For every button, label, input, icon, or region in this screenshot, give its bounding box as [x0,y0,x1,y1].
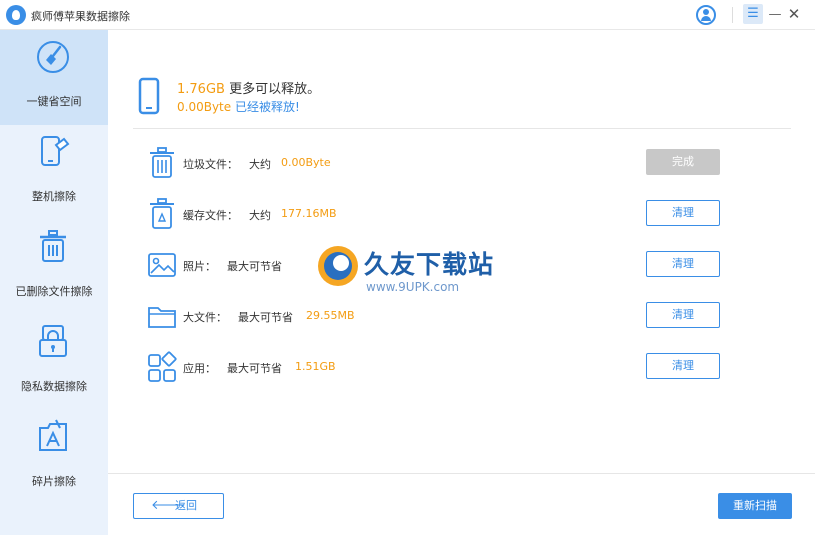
sidebar-item-device-erase[interactable]: 整机擦除 [0,125,108,220]
sidebar-item-label: 整机擦除 [32,190,76,203]
row-prefix: 最大可节省 [227,260,282,273]
folder-icon [148,307,176,328]
releasable-amount: 1.76GB [177,82,225,97]
releasable-text: 更多可以释放。 [224,82,321,97]
sidebar-item-label: 已删除文件擦除 [15,285,93,298]
image-icon [148,253,176,277]
phone-eraser-icon [41,136,70,166]
row-value: 29.55MB [306,309,355,322]
row-prefix: 最大可节省 [227,362,282,375]
sidebar-item-save-space[interactable]: 一键省空间 [0,30,108,125]
sidebar: 一键省空间 整机擦除 已删除文件擦除 隐私数据擦除 碎片擦除 [0,30,108,535]
row-value: 0.00Byte [281,156,331,169]
row-junk-files: 垃圾文件： 大约 0.00Byte 完成 [133,145,791,181]
app-logo-icon [6,5,26,25]
row-label: 照片： [183,260,216,273]
row-cache-files: 缓存文件： 大约 177.16MB 清理 [133,196,791,232]
clean-button[interactable]: 清理 [646,251,720,277]
user-account-icon[interactable] [696,5,716,25]
lock-icon [39,325,67,357]
clean-button[interactable]: 清理 [646,200,720,226]
title-bar: 疯师傅苹果数据擦除 ☰ — ✕ [0,0,815,30]
clean-button[interactable]: 清理 [646,302,720,328]
back-button-label: 返回 [175,499,197,512]
recycle-bin-icon [150,198,174,229]
row-prefix: 最大可节省 [238,311,293,324]
row-label: 缓存文件： [183,209,238,222]
sidebar-item-fragment-erase[interactable]: 碎片擦除 [0,410,108,505]
main-panel: 1.76GB 更多可以释放。 0.00Byte 已经被释放! 垃圾文件： 大约 … [108,30,815,535]
phone-icon [138,77,160,115]
done-button[interactable]: 完成 [646,149,720,175]
trash-bin-icon [40,230,66,262]
released-summary: 0.00Byte 已经被释放! [177,98,300,115]
clean-button[interactable]: 清理 [646,353,720,379]
sidebar-item-privacy-erase[interactable]: 隐私数据擦除 [0,315,108,410]
row-label: 垃圾文件： [183,158,238,171]
row-value: 1.51GB [295,360,336,373]
apps-grid-icon [148,351,177,382]
row-photos: 照片： 最大可节省 清理 [133,247,791,283]
row-prefix: 大约 [249,209,271,222]
sidebar-item-label: 一键省空间 [26,95,82,108]
sidebar-item-deleted-files[interactable]: 已删除文件擦除 [0,220,108,315]
row-value: 177.16MB [281,207,337,220]
row-large-files: 大文件： 最大可节省 29.55MB 清理 [133,298,791,334]
fragment-file-icon [39,419,67,451]
rescan-button[interactable]: 重新扫描 [718,493,792,519]
row-label: 大文件： [183,311,227,324]
row-apps: 应用： 最大可节省 1.51GB 清理 [133,349,791,385]
titlebar-divider [732,7,733,23]
sidebar-item-label: 隐私数据擦除 [21,380,87,393]
close-button[interactable]: ✕ [786,4,802,24]
released-amount: 0.00Byte [177,100,232,114]
released-text: 已经被释放! [231,100,300,114]
back-button[interactable]: 🡐 返回 [133,493,224,519]
trash-can-icon [150,147,174,178]
divider [108,473,815,474]
sidebar-item-label: 碎片擦除 [32,475,76,488]
minimize-button[interactable]: — [768,5,782,25]
row-label: 应用： [183,362,216,375]
divider [133,128,791,129]
releasable-summary: 1.76GB 更多可以释放。 [177,78,320,97]
window-title: 疯师傅苹果数据擦除 [31,10,130,23]
broom-icon [37,41,69,73]
menu-button[interactable]: ☰ [743,4,763,24]
row-prefix: 大约 [249,158,271,171]
